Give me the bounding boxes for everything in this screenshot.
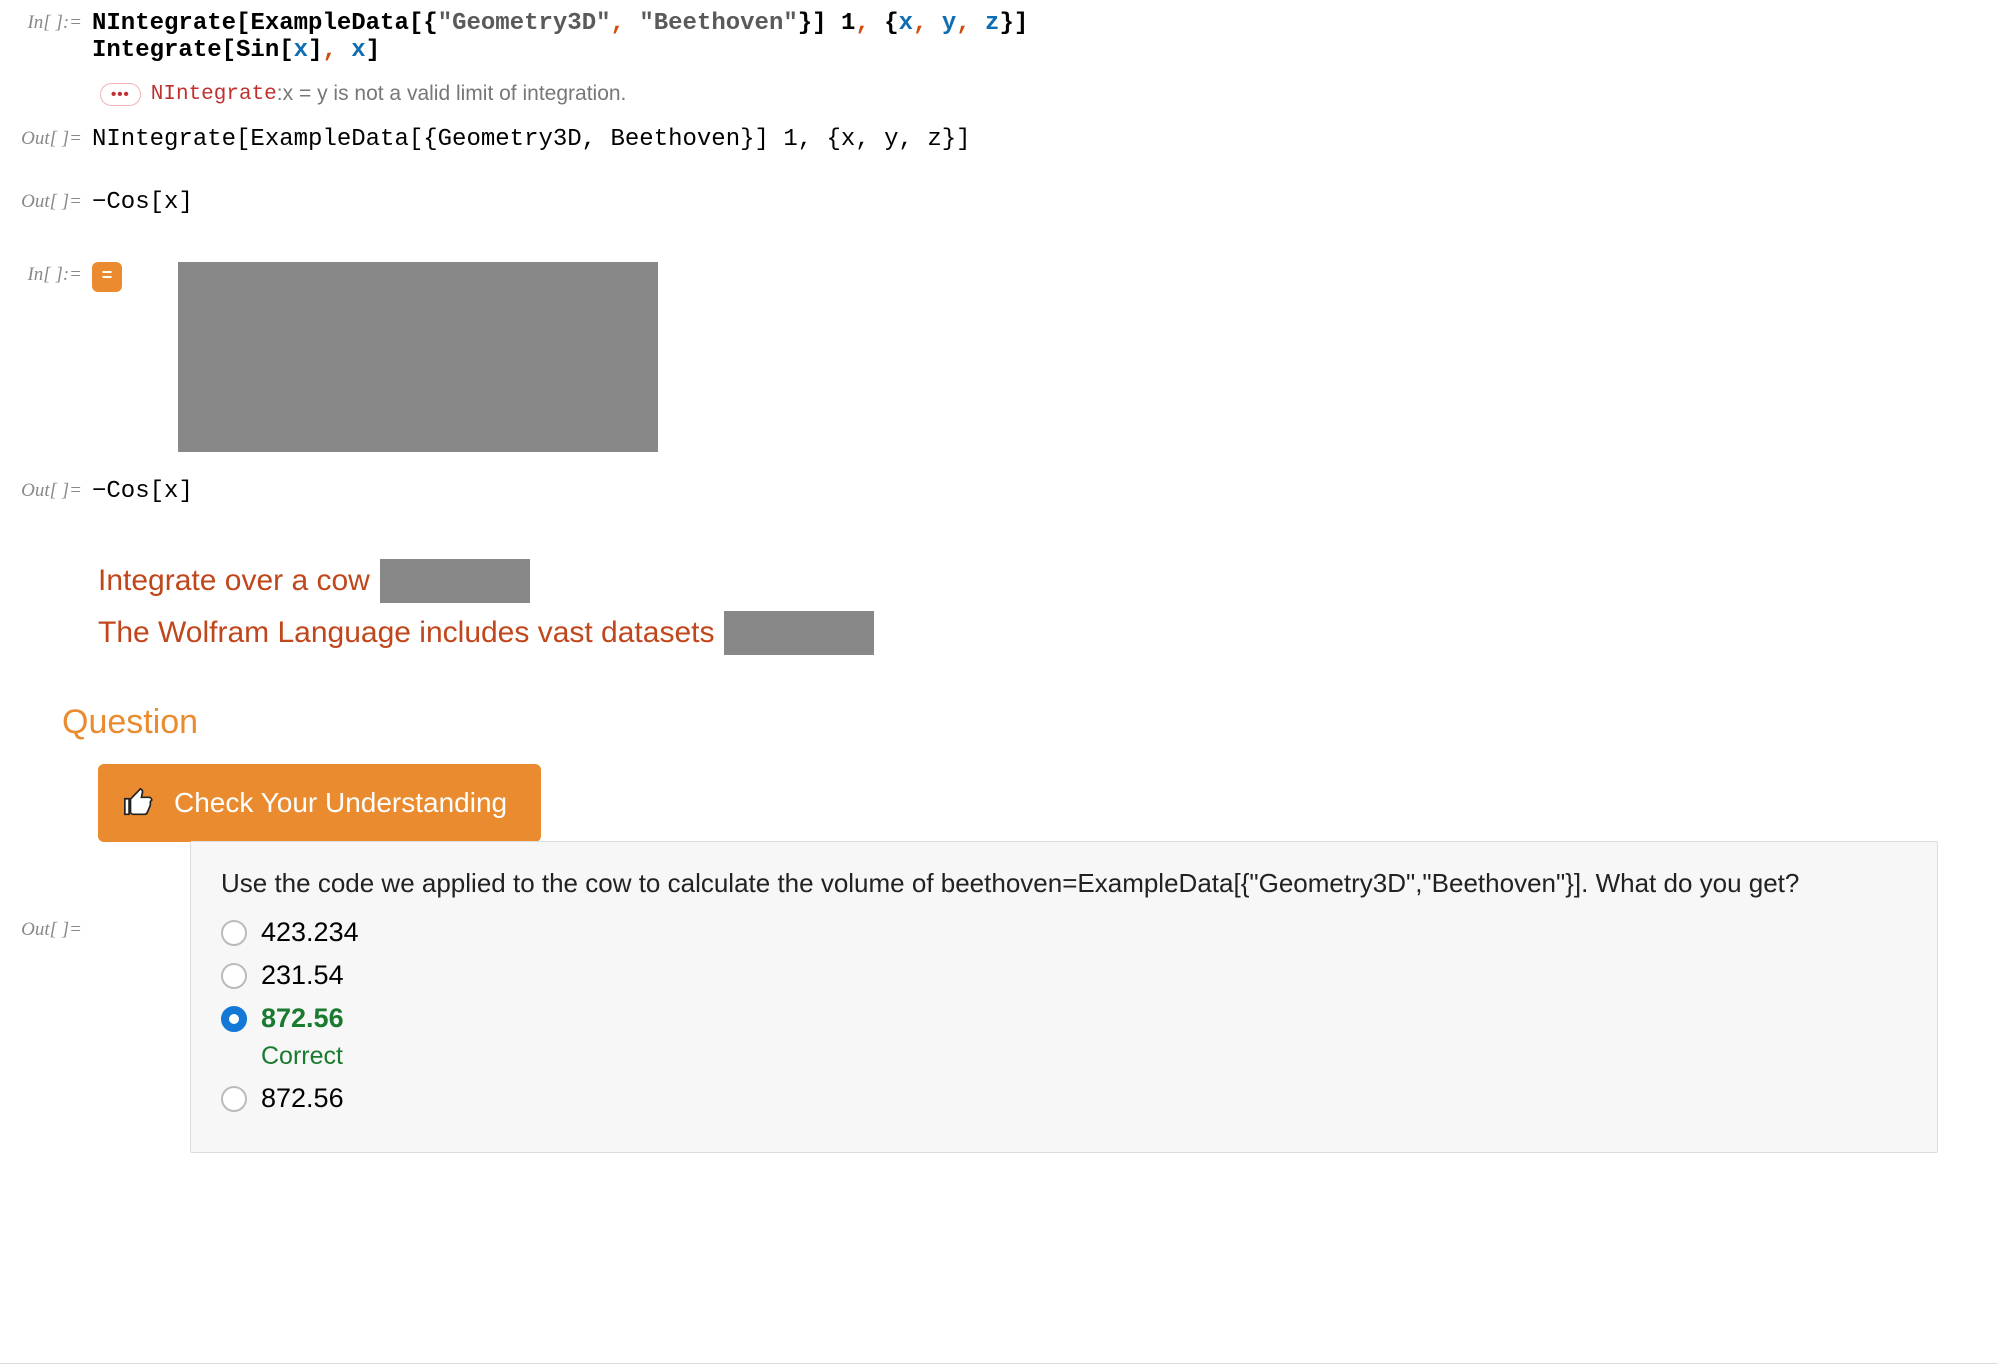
section-link-text: The Wolfram Language includes vast datas… xyxy=(98,616,714,650)
close-brace: } xyxy=(999,10,1013,37)
fn-nintegrate: NIntegrate xyxy=(92,10,236,37)
comma: , xyxy=(913,10,927,37)
fn-cos: Cos xyxy=(106,478,149,505)
fn-integrate: Integrate xyxy=(92,37,222,64)
comma: , xyxy=(611,10,625,37)
error-message: ••• NIntegrate: x = y is not a valid lim… xyxy=(100,82,1998,106)
open-brace: [{ xyxy=(409,10,438,37)
close-bracket: ] xyxy=(308,37,322,64)
quiz-option-label: 872.56 xyxy=(261,1083,344,1114)
open-bracket: [ xyxy=(150,478,164,505)
out-label: Out[ ]= xyxy=(0,126,92,150)
radio-icon xyxy=(221,963,247,989)
code-line-1[interactable]: NIntegrate[ExampleData[{"Geometry3D", "B… xyxy=(92,10,1998,64)
symbol-y: y xyxy=(942,10,956,37)
symbol-x: x xyxy=(294,37,308,64)
input-cell-2: In[ ]:= = xyxy=(0,262,1998,452)
quiz-panel: Use the code we applied to the cow to ca… xyxy=(190,841,1938,1153)
check-understanding-button[interactable]: Check Your Understanding xyxy=(98,764,541,842)
radio-icon xyxy=(221,920,247,946)
quiz-option-1[interactable]: 231.54 xyxy=(221,956,1907,995)
comma: , xyxy=(956,10,970,37)
output-cell-1: Out[ ]= NIntegrate[ExampleData[{Geometry… xyxy=(0,126,1998,153)
quiz-option-0[interactable]: 423.234 xyxy=(221,913,1907,952)
fn-exampledata: ExampleData xyxy=(250,10,408,37)
open-brace: { xyxy=(884,10,898,37)
space xyxy=(971,10,985,37)
quiz-option-label: 872.56 xyxy=(261,1003,344,1034)
quiz-option-label: 231.54 xyxy=(261,960,344,991)
quiz-prompt: Use the code we applied to the cow to ca… xyxy=(221,868,1907,899)
quiz-option-label: 423.234 xyxy=(261,917,359,948)
close-bracket: ] xyxy=(178,478,192,505)
symbol-x: x xyxy=(164,478,178,505)
close-bracket: ] xyxy=(366,37,380,64)
close-brace: }] xyxy=(798,10,827,37)
message-body: x = y is not a valid limit of integratio… xyxy=(283,82,627,106)
space xyxy=(827,10,841,37)
section-link-cow[interactable]: Integrate over a cow xyxy=(98,559,1998,603)
output-text-3: −Cos[x] xyxy=(92,478,1998,505)
minus-sign: − xyxy=(92,478,106,505)
open-bracket: [ xyxy=(150,189,164,216)
space xyxy=(625,10,639,37)
section-link-text: Integrate over a cow xyxy=(98,564,370,598)
output-cell-3: Out[ ]= −Cos[x] xyxy=(0,478,1998,505)
check-understanding-label: Check Your Understanding xyxy=(174,787,507,819)
string-geometry3d: "Geometry3D" xyxy=(438,10,611,37)
output-text-2: −Cos[x] xyxy=(92,189,1998,216)
radio-icon xyxy=(221,1086,247,1112)
question-heading: Question xyxy=(62,703,1998,742)
radio-icon-selected xyxy=(221,1006,247,1032)
fn-sin: Sin xyxy=(236,37,279,64)
redacted-chip xyxy=(380,559,530,603)
comma: , xyxy=(855,10,869,37)
fn-cos: Cos xyxy=(106,189,149,216)
input-cell-1: In[ ]:= NIntegrate[ExampleData[{"Geometr… xyxy=(0,10,1998,64)
minus-sign: − xyxy=(92,189,106,216)
output-text-1: NIntegrate[ExampleData[{Geometry3D, Beet… xyxy=(92,126,1998,153)
correct-label: Correct xyxy=(261,1042,1907,1071)
in-label: In[ ]:= xyxy=(0,262,92,286)
close-bracket: ] xyxy=(178,189,192,216)
quiz-option-2[interactable]: 872.56 xyxy=(221,999,1907,1038)
redacted-chip xyxy=(724,611,874,655)
thumbs-up-icon xyxy=(122,786,156,820)
in-label: In[ ]:= xyxy=(0,10,92,34)
quiz-option-3[interactable]: 872.56 xyxy=(221,1079,1907,1118)
literal-one: 1 xyxy=(841,10,855,37)
symbol-z: z xyxy=(985,10,999,37)
out-label: Out[ ]= xyxy=(0,478,92,502)
wolfram-alpha-equals-icon[interactable]: = xyxy=(92,262,122,292)
open-bracket: [ xyxy=(236,10,250,37)
out-label: Out[ ]= xyxy=(0,189,92,213)
space xyxy=(870,10,884,37)
symbol-x: x xyxy=(164,189,178,216)
section-link-datasets[interactable]: The Wolfram Language includes vast datas… xyxy=(98,611,1998,655)
open-bracket: [ xyxy=(222,37,236,64)
message-head: NIntegrate xyxy=(151,83,277,106)
output-cell-2: Out[ ]= −Cos[x] xyxy=(0,189,1998,216)
symbol-x: x xyxy=(351,37,365,64)
comma: , xyxy=(322,37,336,64)
close-bracket: ] xyxy=(1014,10,1028,37)
string-beethoven: "Beethoven" xyxy=(639,10,797,37)
space xyxy=(337,37,351,64)
space xyxy=(927,10,941,37)
message-dots-icon[interactable]: ••• xyxy=(100,83,141,106)
out-label: Out[ ]= xyxy=(0,841,92,941)
graphics-placeholder xyxy=(178,262,658,452)
symbol-x: x xyxy=(899,10,913,37)
open-bracket: [ xyxy=(279,37,293,64)
